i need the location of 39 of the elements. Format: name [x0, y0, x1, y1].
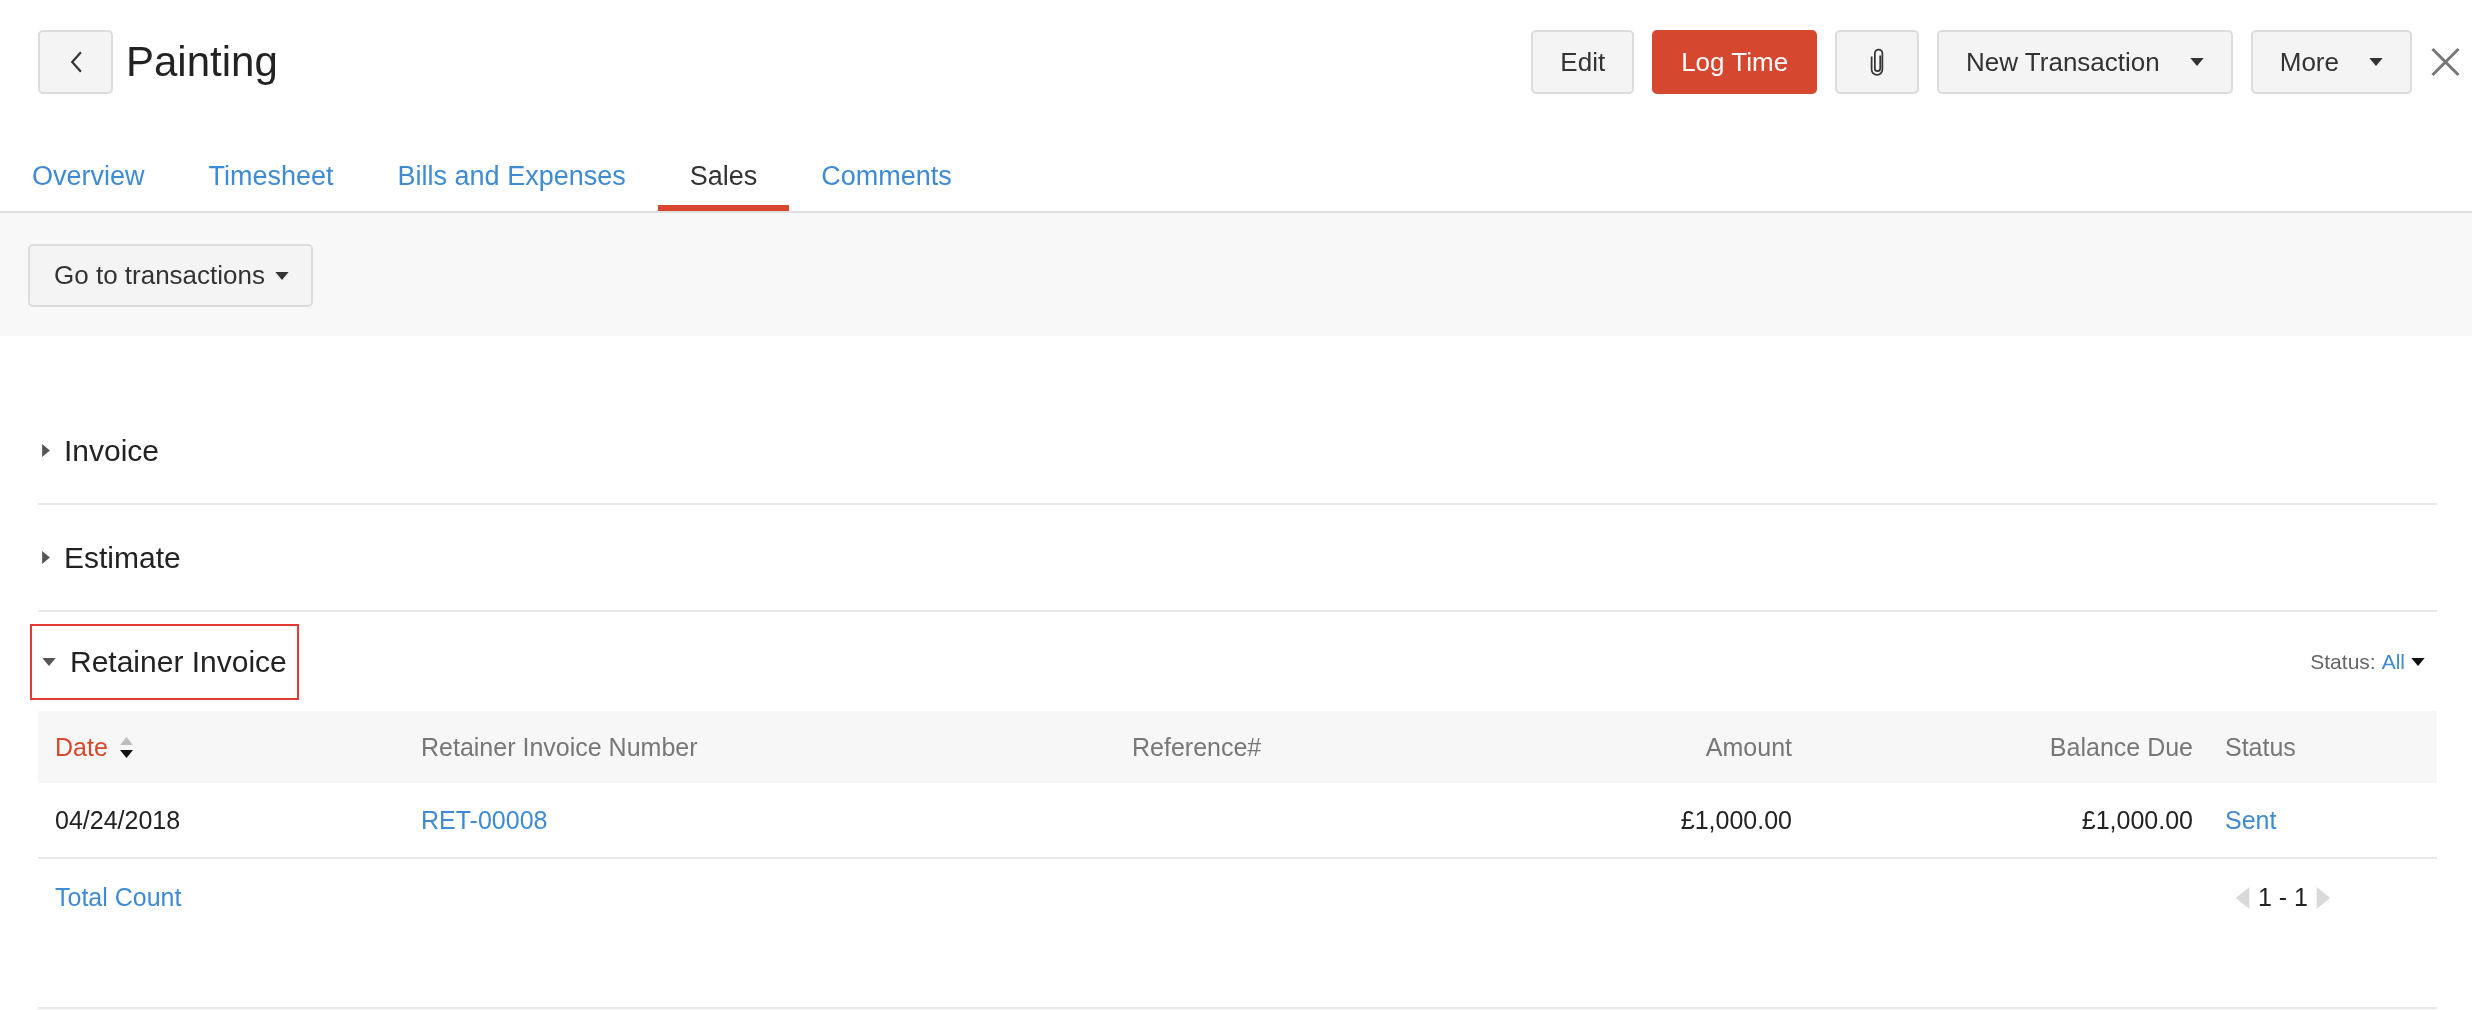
- tab[interactable]: Overview: [0, 147, 177, 211]
- paperclip-icon: [1870, 48, 1885, 76]
- column-header: Amount: [1705, 732, 1792, 762]
- status-text: Sent: [2225, 805, 2277, 835]
- amount-cell: £1,000.00: [1680, 805, 1792, 835]
- tab[interactable]: Comments: [789, 147, 984, 211]
- log-time-button[interactable]: Log Time: [1652, 30, 1818, 94]
- new-transaction-dropdown-button[interactable]: New Transaction: [1937, 30, 2233, 94]
- more-dropdown-button[interactable]: More: [2250, 30, 2412, 94]
- column-header: Reference#: [1132, 732, 1262, 762]
- section-toggle[interactable]: Retainer Invoice: [30, 623, 299, 700]
- balance-due-cell: £1,000.00: [2081, 805, 2193, 835]
- column-header[interactable]: Date: [55, 732, 108, 762]
- page-title: Painting: [126, 36, 278, 87]
- close-icon: [2430, 47, 2461, 77]
- edit-button[interactable]: Edit: [1531, 30, 1635, 94]
- go-to-transactions-button[interactable]: Go to transactions: [28, 244, 313, 307]
- tab[interactable]: Timesheet: [176, 147, 366, 211]
- caret-down-icon: [2411, 657, 2425, 666]
- column-header: Retainer Invoice Number: [421, 732, 698, 762]
- total-count-link[interactable]: Total Count: [55, 883, 182, 912]
- date-cell: 04/24/2018: [55, 805, 181, 835]
- close-button[interactable]: [2430, 47, 2461, 77]
- section-toggle[interactable]: Invoice: [42, 433, 160, 468]
- column-header: Status: [2225, 732, 2296, 762]
- status-filter-dropdown[interactable]: All: [2381, 649, 2425, 674]
- page-range: 1 - 1: [2258, 883, 2309, 912]
- caret-down-icon: [2369, 58, 2383, 66]
- invoice-number-link[interactable]: RET-00008: [421, 805, 548, 835]
- tab[interactable]: Bills and Expenses: [365, 147, 658, 211]
- caret-down-icon: [275, 271, 289, 280]
- sort-icon: [119, 736, 133, 758]
- attach-button[interactable]: [1835, 30, 1920, 94]
- caret-down-icon: [2189, 58, 2204, 66]
- chevron-left-icon: [69, 51, 82, 73]
- status-filter-label: Status:: [2310, 649, 2376, 674]
- column-header: Balance Due: [2049, 732, 2193, 762]
- section-toggle[interactable]: Estimate: [42, 540, 181, 575]
- back-button[interactable]: [38, 30, 113, 94]
